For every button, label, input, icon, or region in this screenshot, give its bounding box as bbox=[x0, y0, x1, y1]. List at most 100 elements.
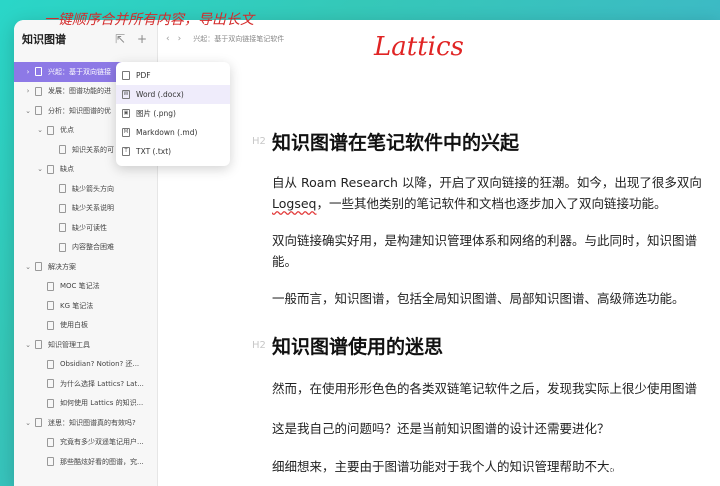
outline-item-label: 使用白板 bbox=[60, 321, 88, 330]
heading-1: 知识图谱在笔记软件中的兴起 bbox=[272, 132, 520, 154]
outline-item-label: 那些酷炫好看的图谱，究... bbox=[60, 457, 144, 466]
sidebar-title: 知识图谱 bbox=[22, 33, 66, 46]
outline-item[interactable]: MOC 笔记法 bbox=[14, 277, 157, 297]
export-markdown[interactable]: M Markdown (.md) bbox=[116, 123, 230, 142]
editor-content[interactable]: H2 知识图谱在笔记软件中的兴起 自从 Roam Research 以降，开启了… bbox=[252, 58, 720, 486]
document-icon bbox=[35, 86, 42, 96]
chevron-icon[interactable]: › bbox=[24, 68, 32, 76]
chevron-icon[interactable]: › bbox=[24, 87, 32, 95]
paragraph-2-line-2: 能。 bbox=[272, 254, 298, 269]
chevron-icon[interactable]: ⌄ bbox=[24, 341, 32, 349]
document-icon bbox=[47, 301, 54, 311]
document-icon bbox=[47, 125, 54, 135]
export-pdf-label: PDF bbox=[136, 71, 151, 80]
outline-item-label: Obsidian? Notion? 还... bbox=[60, 360, 140, 369]
export-png-label: 图片 (.png) bbox=[136, 109, 176, 118]
outline-item[interactable]: 究竟有多少双遥笔记用户... bbox=[14, 433, 157, 453]
outline-item-label: 兴起：基于双向链接 bbox=[48, 67, 111, 76]
export-word[interactable]: W Word (.docx) bbox=[116, 85, 230, 104]
document-icon bbox=[35, 67, 42, 77]
forward-icon[interactable]: › bbox=[178, 34, 182, 44]
txt-icon: T bbox=[122, 147, 130, 156]
outline-item[interactable]: 缺少可读性 bbox=[14, 218, 157, 238]
chevron-icon[interactable]: ⌄ bbox=[36, 126, 44, 134]
outline-item-label: 缺少可读性 bbox=[72, 223, 107, 232]
outline-item[interactable]: 缺少箭头方向 bbox=[14, 179, 157, 199]
document-icon bbox=[47, 359, 54, 369]
annotation-caption: 一键顺序合并所有内容，导出长文 bbox=[44, 12, 254, 28]
outline-item[interactable]: 内容整合困难 bbox=[14, 238, 157, 258]
chevron-icon[interactable]: ⌄ bbox=[24, 107, 32, 115]
outline-item-label: 缺少箭头方向 bbox=[72, 184, 114, 193]
outline-item-label: 发展：图谱功能的进 bbox=[48, 87, 111, 96]
breadcrumb: 兴起：基于双向链接笔记软件 bbox=[193, 35, 285, 43]
outline-item-label: 究竟有多少双遥笔记用户... bbox=[60, 438, 144, 447]
paragraph-1-rest: ，一些其他类别的笔记软件和文档也逐步加入了双向链接功能。 bbox=[316, 196, 667, 211]
outline-item-label: 知识管理工具 bbox=[48, 340, 90, 349]
outline-item-label: 优点 bbox=[60, 126, 74, 135]
document-icon bbox=[35, 418, 42, 428]
outline-item[interactable]: ⌄ 解决方案 bbox=[14, 257, 157, 277]
brand-logo-text: Lattics bbox=[374, 32, 464, 62]
outline-item-label: KG 笔记法 bbox=[60, 301, 94, 310]
outline-item[interactable]: 缺少关系说明 bbox=[14, 199, 157, 219]
document-icon bbox=[59, 223, 66, 233]
paragraph-2-line-1: 双向链接确实好用，是构建知识管理体系和网络的利器。与此同时，知识图谱 bbox=[272, 233, 698, 248]
image-icon: ▣ bbox=[122, 109, 130, 118]
document-icon bbox=[47, 281, 54, 291]
export-pdf[interactable]: PDF bbox=[116, 66, 230, 85]
paragraph-4: 然而，在使用形形色色的各类双链笔记软件之后，发现我实际上很少使用图谱 bbox=[272, 381, 698, 396]
heading-2: 知识图谱使用的迷思 bbox=[272, 336, 444, 358]
outline-item-label: 分析：知识图谱的优 bbox=[48, 106, 111, 115]
outline-item[interactable]: ⌄ 迷思：知识图谱真的有效吗? bbox=[14, 413, 157, 433]
outline-item-label: 知识关系的可 bbox=[72, 145, 114, 154]
markdown-icon: M bbox=[122, 128, 130, 137]
outline-item[interactable]: ⌄ 知识管理工具 bbox=[14, 335, 157, 355]
outline-item[interactable]: 那些酷炫好看的图谱，究... bbox=[14, 452, 157, 472]
document-icon bbox=[59, 184, 66, 194]
outline-item-label: 为什么选择 Lattics? Lat... bbox=[60, 379, 144, 388]
outline-item[interactable]: Obsidian? Notion? 还... bbox=[14, 355, 157, 375]
outline-item-label: 缺点 bbox=[60, 165, 74, 174]
chevron-icon[interactable]: ⌄ bbox=[36, 165, 44, 173]
paragraph-2: 双向链接确实好用，是构建知识管理体系和网络的利器。与此同时，知识图谱 能。 bbox=[272, 230, 720, 272]
outline-item-label: 解决方案 bbox=[48, 262, 76, 271]
paragraph-1-line-1: 自从 Roam Research 以降，开启了双向链接的狂潮。如今，出现了很多双… bbox=[272, 175, 702, 190]
document-icon bbox=[59, 242, 66, 252]
export-png[interactable]: ▣ 图片 (.png) bbox=[116, 104, 230, 123]
outline-item-label: 如何使用 Lattics 的知识... bbox=[60, 399, 144, 408]
outline-item-label: MOC 笔记法 bbox=[60, 282, 100, 291]
export-txt-label: TXT (.txt) bbox=[136, 147, 172, 156]
document-icon bbox=[59, 145, 66, 155]
outline-item[interactable]: 如何使用 Lattics 的知识... bbox=[14, 394, 157, 414]
pdf-icon bbox=[122, 71, 130, 80]
document-icon bbox=[47, 320, 54, 330]
document-icon bbox=[47, 379, 54, 389]
document-icon bbox=[59, 203, 66, 213]
back-icon[interactable]: ‹ bbox=[166, 34, 170, 44]
h2-marker: H2 bbox=[252, 340, 266, 351]
export-menu: PDF W Word (.docx) ▣ 图片 (.png) M Markdown (… bbox=[116, 62, 230, 166]
document-icon bbox=[47, 437, 54, 447]
chevron-icon[interactable]: ⌄ bbox=[24, 419, 32, 427]
document-icon bbox=[47, 398, 54, 408]
watermark: @稀土掘金技术社区 bbox=[601, 463, 710, 477]
outline-item[interactable]: 使用白板 bbox=[14, 316, 157, 336]
document-icon bbox=[47, 164, 54, 174]
h2-marker: H2 bbox=[252, 136, 266, 147]
chevron-icon[interactable]: ⌄ bbox=[24, 263, 32, 271]
export-icon[interactable]: ⇱ bbox=[113, 32, 127, 46]
outline-item[interactable]: 为什么选择 Lattics? Lat... bbox=[14, 374, 157, 394]
paragraph-1: 自从 Roam Research 以降，开启了双向链接的狂潮。如今，出现了很多双… bbox=[272, 172, 720, 214]
outline-item-label: 缺少关系说明 bbox=[72, 204, 114, 213]
outline-item[interactable]: KG 笔记法 bbox=[14, 296, 157, 316]
logseq-link: Logseq bbox=[272, 196, 317, 211]
document-icon bbox=[47, 457, 54, 467]
export-markdown-label: Markdown (.md) bbox=[136, 128, 198, 137]
add-icon[interactable]: + bbox=[135, 32, 149, 46]
paragraph-3: 一般而言，知识图谱，包括全局知识图谱、局部知识图谱、高级筛选功能。 bbox=[272, 291, 685, 306]
export-txt[interactable]: T TXT (.txt) bbox=[116, 142, 230, 161]
app-window: 知识图谱 ⇱ + › 兴起：基于双向链接 › 发展：图谱功能的进 ⌄ 分析：知识图谱的优 ⌄… bbox=[14, 20, 720, 486]
document-icon bbox=[35, 340, 42, 350]
paragraph-1-line-2: Logseq，一些其他类别的笔记软件和文档也逐步加入了双向链接功能。 bbox=[272, 193, 720, 214]
